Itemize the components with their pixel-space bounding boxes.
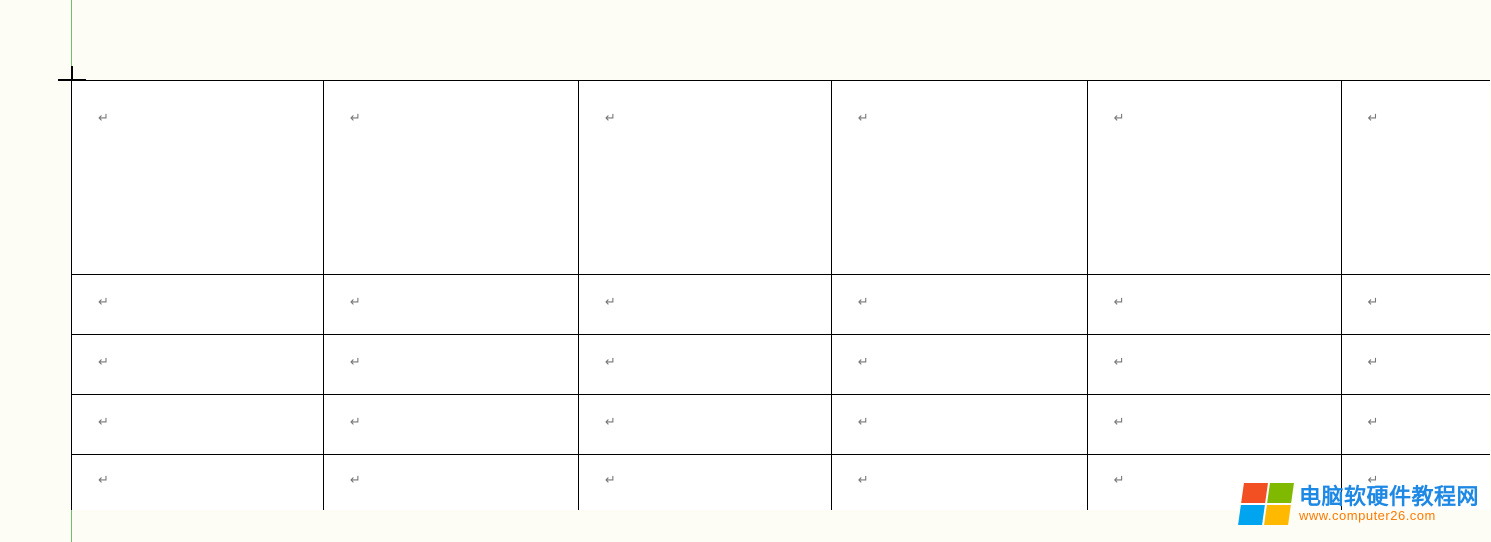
- paragraph-mark-icon: ↵: [605, 414, 616, 429]
- paragraph-mark-icon: ↵: [858, 294, 869, 309]
- windows-logo-icon: [1238, 483, 1294, 525]
- paragraph-mark-icon: ↵: [350, 354, 361, 369]
- watermark-url: www.computer26.com: [1299, 509, 1479, 523]
- paragraph-mark-icon: ↵: [1114, 414, 1125, 429]
- table-cell[interactable]: ↵: [831, 455, 1087, 510]
- paragraph-mark-icon: ↵: [858, 354, 869, 369]
- paragraph-mark-icon: ↵: [98, 472, 109, 487]
- table-cell[interactable]: ↵: [578, 335, 831, 395]
- document-table[interactable]: ↵ ↵ ↵ ↵ ↵ ↵ ↵ ↵ ↵ ↵ ↵ ↵ ↵ ↵ ↵ ↵ ↵ ↵ ↵ ↵ …: [71, 80, 1490, 510]
- paragraph-mark-icon: ↵: [350, 472, 361, 487]
- paragraph-mark-icon: ↵: [98, 414, 109, 429]
- paragraph-mark-icon: ↵: [1114, 354, 1125, 369]
- table-cell[interactable]: ↵: [1341, 395, 1490, 455]
- paragraph-mark-icon: ↵: [1368, 414, 1379, 429]
- paragraph-mark-icon: ↵: [858, 414, 869, 429]
- table-cell[interactable]: ↵: [1341, 275, 1490, 335]
- table-row[interactable]: ↵ ↵ ↵ ↵ ↵ ↵: [72, 335, 1491, 395]
- paragraph-mark-icon: ↵: [605, 110, 616, 125]
- paragraph-mark-icon: ↵: [350, 414, 361, 429]
- table-cell[interactable]: ↵: [323, 395, 578, 455]
- table-cell[interactable]: ↵: [831, 335, 1087, 395]
- table-cell[interactable]: ↵: [1087, 81, 1341, 275]
- table-cell[interactable]: ↵: [1341, 335, 1490, 395]
- paragraph-mark-icon: ↵: [1114, 294, 1125, 309]
- paragraph-mark-icon: ↵: [858, 110, 869, 125]
- table-cell[interactable]: ↵: [72, 455, 324, 510]
- table-row[interactable]: ↵ ↵ ↵ ↵ ↵ ↵: [72, 275, 1491, 335]
- table-cell[interactable]: ↵: [323, 275, 578, 335]
- paragraph-mark-icon: ↵: [1368, 354, 1379, 369]
- table-cell[interactable]: ↵: [831, 395, 1087, 455]
- paragraph-mark-icon: ↵: [605, 294, 616, 309]
- paragraph-mark-icon: ↵: [98, 354, 109, 369]
- paragraph-mark-icon: ↵: [1368, 110, 1379, 125]
- table-cell[interactable]: ↵: [72, 395, 324, 455]
- watermark: 电脑软硬件教程网 www.computer26.com: [1241, 483, 1479, 525]
- table-row[interactable]: ↵ ↵ ↵ ↵ ↵ ↵: [72, 81, 1491, 275]
- paragraph-mark-icon: ↵: [1114, 472, 1125, 487]
- table-cell[interactable]: ↵: [578, 455, 831, 510]
- watermark-text: 电脑软硬件教程网 www.computer26.com: [1299, 485, 1479, 523]
- table-cell[interactable]: ↵: [1087, 395, 1341, 455]
- table-cell[interactable]: ↵: [1087, 335, 1341, 395]
- table-cell[interactable]: ↵: [1087, 275, 1341, 335]
- table-cell[interactable]: ↵: [831, 81, 1087, 275]
- paragraph-mark-icon: ↵: [98, 294, 109, 309]
- paragraph-mark-icon: ↵: [858, 472, 869, 487]
- table-cell[interactable]: ↵: [72, 275, 324, 335]
- table-cell[interactable]: ↵: [72, 81, 324, 275]
- table-cell[interactable]: ↵: [323, 81, 578, 275]
- paragraph-mark-icon: ↵: [1114, 110, 1125, 125]
- paragraph-mark-icon: ↵: [605, 472, 616, 487]
- table-cell[interactable]: ↵: [323, 455, 578, 510]
- table-row[interactable]: ↵ ↵ ↵ ↵ ↵ ↵: [72, 395, 1491, 455]
- table-cell[interactable]: ↵: [72, 335, 324, 395]
- table-cell[interactable]: ↵: [1341, 81, 1490, 275]
- paragraph-mark-icon: ↵: [350, 294, 361, 309]
- paragraph-mark-icon: ↵: [605, 354, 616, 369]
- table-cell[interactable]: ↵: [578, 81, 831, 275]
- paragraph-mark-icon: ↵: [1368, 294, 1379, 309]
- table-cell[interactable]: ↵: [578, 395, 831, 455]
- table-cell[interactable]: ↵: [323, 335, 578, 395]
- watermark-title: 电脑软硬件教程网: [1299, 485, 1479, 509]
- table-cell[interactable]: ↵: [578, 275, 831, 335]
- paragraph-mark-icon: ↵: [98, 110, 109, 125]
- table-cell[interactable]: ↵: [831, 275, 1087, 335]
- paragraph-mark-icon: ↵: [350, 110, 361, 125]
